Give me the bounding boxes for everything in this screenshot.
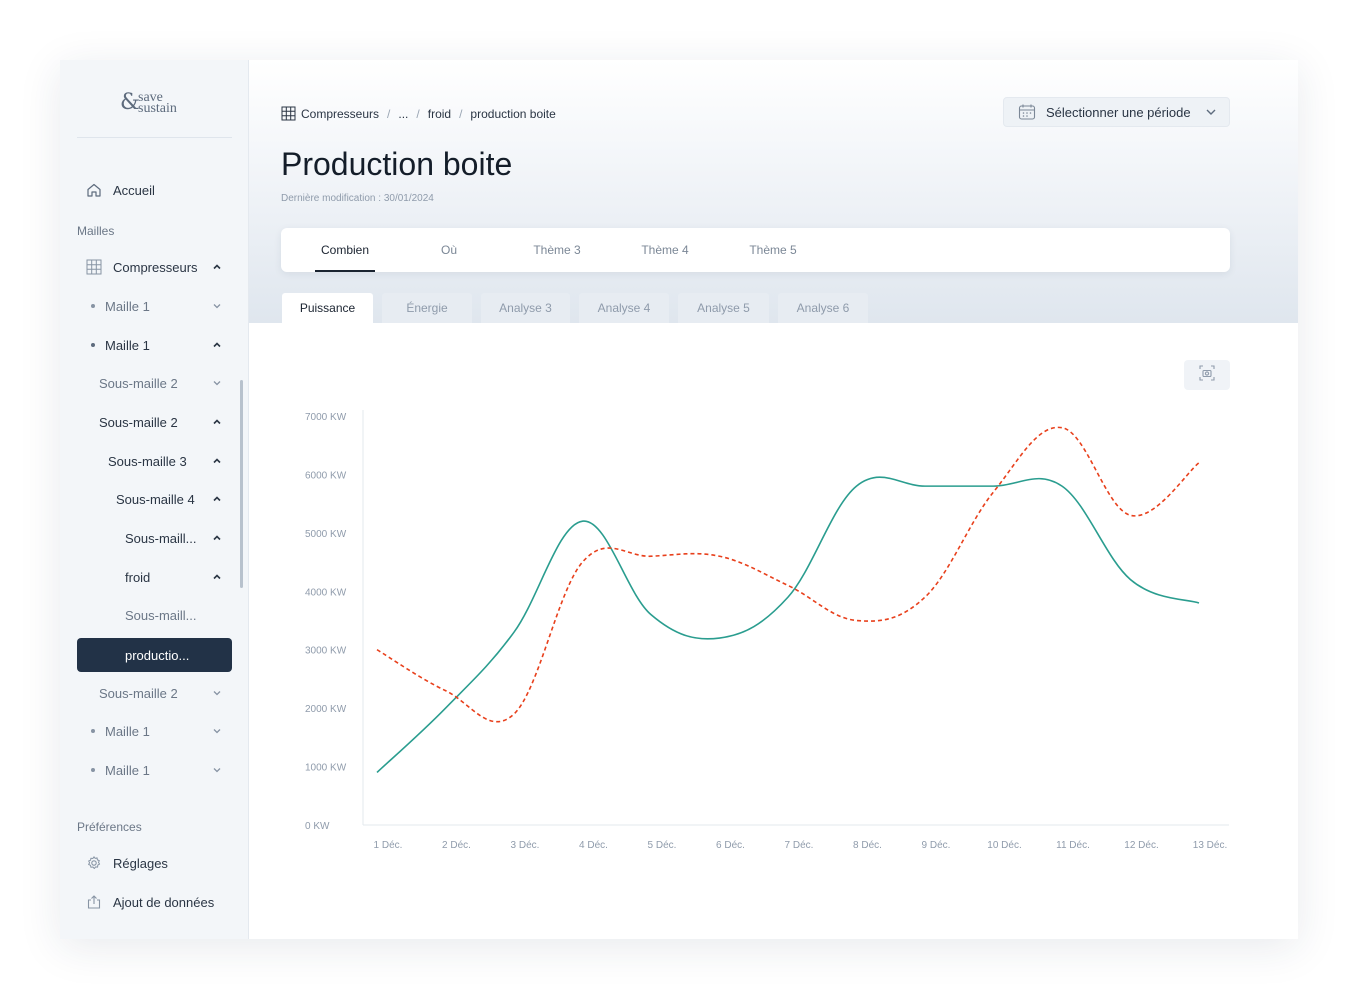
- chevron-up-icon[interactable]: [210, 260, 224, 274]
- sidebar-item-label: Sous-maille 2: [99, 685, 178, 701]
- chevron-up-icon[interactable]: [210, 570, 224, 584]
- chevron-down-icon[interactable]: [210, 299, 224, 313]
- sidebar-tree-item[interactable]: Sous-maille 2: [77, 677, 232, 709]
- y-tick-label: 2000 KW: [305, 704, 347, 715]
- x-tick-label: 1 Déc.: [374, 840, 403, 851]
- bullet-icon: [91, 304, 95, 308]
- chevron-up-icon[interactable]: [210, 492, 224, 506]
- x-tick-label: 10 Déc.: [987, 840, 1021, 851]
- sidebar-tree-item[interactable]: Maille 1: [77, 715, 232, 747]
- sidebar: & save sustain Accueil Mailles Compresse…: [60, 60, 249, 939]
- x-tick-label: 9 Déc.: [922, 840, 951, 851]
- y-tick-label: 3000 KW: [305, 646, 347, 657]
- sidebar-tree-item[interactable]: Maille 1: [77, 329, 232, 361]
- x-tick-label: 5 Déc.: [648, 840, 677, 851]
- sidebar-item-label: Maille 1: [105, 762, 150, 778]
- y-tick-label: 4000 KW: [305, 587, 347, 598]
- x-tick-label: 3 Déc.: [511, 840, 540, 851]
- logo: & save sustain: [120, 90, 200, 118]
- sidebar-item-accueil[interactable]: Accueil: [77, 174, 232, 206]
- chevron-up-icon[interactable]: [210, 338, 224, 352]
- bullet-icon: [91, 729, 95, 733]
- y-tick-label: 0 KW: [305, 821, 330, 832]
- x-tick-label: 8 Déc.: [853, 840, 882, 851]
- y-tick-label: 5000 KW: [305, 529, 347, 540]
- logo-divider: [77, 137, 232, 138]
- chevron-down-icon[interactable]: [210, 376, 224, 390]
- sidebar-item-label: Réglages: [113, 855, 168, 871]
- chevron-down-icon[interactable]: [210, 724, 224, 738]
- x-tick-label: 7 Déc.: [785, 840, 814, 851]
- sidebar-scrollbar[interactable]: [240, 380, 243, 588]
- x-tick-label: 4 Déc.: [579, 840, 608, 851]
- y-tick-label: 1000 KW: [305, 763, 347, 774]
- logo-ampersand: &: [120, 90, 140, 115]
- sidebar-item-label: Sous-maill...: [125, 530, 197, 546]
- sidebar-item-label: Compresseurs: [113, 259, 198, 275]
- x-tick-label: 11 Déc.: [1056, 840, 1090, 851]
- chevron-up-icon[interactable]: [210, 454, 224, 468]
- sidebar-item-label: Maille 1: [105, 298, 150, 314]
- sidebar-item-label: Maille 1: [105, 337, 150, 353]
- sidebar-item-label: Ajout de données: [113, 894, 215, 910]
- sidebar-tree-item[interactable]: Compresseurs: [77, 251, 232, 283]
- section-label-mailles: Mailles: [77, 224, 115, 238]
- x-tick-label: 6 Déc.: [716, 840, 745, 851]
- sidebar-item-label: Maille 1: [105, 723, 150, 739]
- x-tick-label: 13 Déc.: [1193, 840, 1227, 851]
- chevron-down-icon[interactable]: [210, 763, 224, 777]
- chevron-down-icon[interactable]: [210, 686, 224, 700]
- sidebar-tree-item[interactable]: Sous-maill...: [77, 599, 232, 631]
- bullet-icon: [91, 768, 95, 772]
- sidebar-tree-item[interactable]: froid: [77, 561, 232, 593]
- home-icon: [85, 181, 103, 199]
- section-label-preferences: Préférences: [77, 820, 142, 834]
- series-line-2: [376, 426, 1200, 723]
- sidebar-tree-item[interactable]: Sous-maille 2: [77, 367, 232, 399]
- logo-word-sustain: sustain: [138, 101, 177, 116]
- chevron-up-icon[interactable]: [210, 415, 224, 429]
- sidebar-item-label: Sous-maille 4: [116, 491, 195, 507]
- grid-icon: [85, 258, 103, 276]
- main-content: Compresseurs / ... / froid / production …: [249, 60, 1298, 939]
- sidebar-tree-item[interactable]: productio...: [77, 638, 232, 672]
- sidebar-item-label: froid: [125, 569, 151, 585]
- bullet-icon: [91, 343, 95, 347]
- sidebar-item-label: Sous-maill...: [125, 607, 197, 623]
- sidebar-item-label: Sous-maille 2: [99, 414, 178, 430]
- sidebar-tree-item[interactable]: Maille 1: [77, 754, 232, 786]
- sidebar-item-label: productio...: [125, 647, 190, 663]
- gear-icon: [85, 854, 103, 872]
- sidebar-tree-item[interactable]: Sous-maill...: [77, 522, 232, 554]
- sidebar-item-label: Sous-maille 3: [108, 453, 187, 469]
- upload-icon: [85, 893, 103, 911]
- sidebar-item-ajout-donnees[interactable]: Ajout de données: [77, 886, 232, 918]
- sidebar-tree-item[interactable]: Sous-maille 3: [77, 445, 232, 477]
- app-window: & save sustain Accueil Mailles Compresse…: [60, 60, 1298, 939]
- sidebar-tree-item[interactable]: Maille 1: [77, 290, 232, 322]
- sidebar-item-label: Accueil: [113, 182, 155, 198]
- chevron-up-icon[interactable]: [210, 531, 224, 545]
- sidebar-item-reglages[interactable]: Réglages: [77, 847, 232, 879]
- sidebar-item-label: Sous-maille 2: [99, 375, 178, 391]
- x-tick-label: 12 Déc.: [1124, 840, 1158, 851]
- x-tick-label: 2 Déc.: [442, 840, 471, 851]
- series-line-1: [376, 476, 1200, 773]
- sidebar-tree-item[interactable]: Sous-maille 4: [77, 483, 232, 515]
- power-line-chart: 0 KW 1000 KW 2000 KW 3000 KW 4000 KW 5000 KW 6…: [305, 410, 1229, 851]
- y-tick-label: 6000 KW: [305, 470, 347, 481]
- y-tick-label: 7000 KW: [305, 412, 347, 423]
- sidebar-tree-item[interactable]: Sous-maille 2: [77, 406, 232, 438]
